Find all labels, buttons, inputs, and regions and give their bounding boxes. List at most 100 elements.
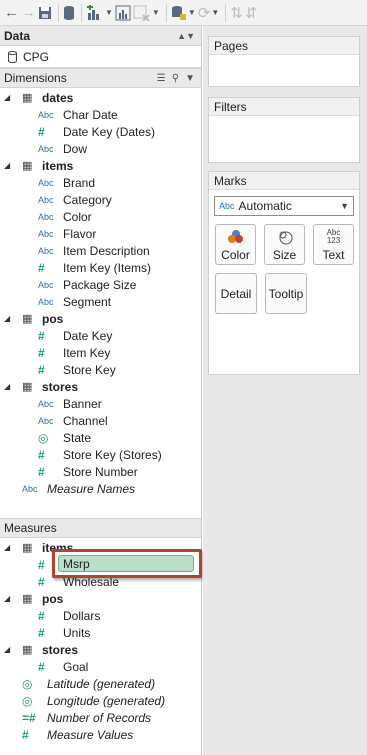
field-item[interactable]: Abc Category [0,191,201,208]
field-item[interactable]: Abc Package Size [0,276,201,293]
dimensions-title: Dimensions [4,71,67,85]
number-type-icon: # [38,608,45,623]
color-button[interactable]: Color [215,224,256,265]
filters-shelf-title: Filters [209,98,359,116]
datasource-cylinder-icon [8,50,17,63]
field-item[interactable]: # Date Key [0,327,201,344]
number-type-icon: # [38,345,45,360]
field-item[interactable]: # Date Key (Dates) [0,123,201,140]
table-icon: ▦ [22,644,33,656]
menu-dropdown-icon[interactable]: ▼ [185,73,195,84]
field-item[interactable]: # Units [0,624,201,641]
string-type-icon: Abc [38,279,54,290]
generated-field-item[interactable]: =# Number of Records [0,709,201,726]
field-label: Category [63,192,112,207]
collapse-triangle-icon[interactable]: ◢ [4,543,16,552]
view-toggle-icon[interactable]: ☰ [157,73,166,84]
back-arrow-icon[interactable]: ← [4,2,19,24]
string-type-icon: Abc [38,296,54,307]
collapse-triangle-icon[interactable]: ◢ [4,314,16,323]
color-dots-icon [227,228,244,246]
table-icon: ▦ [22,593,33,605]
measures-header: Measures [0,518,201,538]
field-item[interactable]: Abc Flavor [0,225,201,242]
collapse-triangle-icon[interactable]: ◢ [4,161,16,170]
field-item[interactable]: # Dollars [0,607,201,624]
pause-updates-icon[interactable]: ▼ [171,2,196,24]
field-item[interactable]: Abc Char Date [0,106,201,123]
field-item[interactable]: Abc Dow [0,140,201,157]
table-name: pos [42,311,64,326]
generated-field-item[interactable]: ◎ Longitude (generated) [0,692,201,709]
text-button[interactable]: Abc 123 Text [313,224,354,265]
field-item[interactable]: # Store Key (Stores) [0,446,201,463]
field-item[interactable]: Abc Brand [0,174,201,191]
field-label: Brand [63,175,96,190]
search-icon[interactable]: ⚲ [172,73,179,84]
field-item[interactable]: Abc Item Description [0,242,201,259]
table-name: pos [42,591,64,606]
field-item[interactable]: # Item Key (Items) [0,259,201,276]
collapse-triangle-icon[interactable]: ◢ [4,93,16,102]
text-abc123-icon: Abc 123 [327,228,341,246]
field-item[interactable]: ◎ State [0,429,201,446]
generated-field-item[interactable]: ◎ Latitude (generated) [0,675,201,692]
field-item[interactable]: Abc Banner [0,395,201,412]
field-item[interactable]: Abc Color [0,208,201,225]
swap-icon[interactable]: ⇅ [230,2,243,24]
field-item[interactable]: # Goal [0,658,201,675]
field-label: Flavor [63,226,97,241]
field-label: Latitude (generated) [47,676,156,691]
datasource-name: CPG [23,49,50,64]
table-icon: ▦ [22,542,33,554]
generated-field-item[interactable]: # Measure Values [0,726,201,743]
dimensions-header: Dimensions ☰ ⚲ ▼ [0,68,201,88]
table-icon: ▦ [22,92,33,104]
toolbar-separator [81,3,82,22]
field-item[interactable]: # Store Key [0,361,201,378]
new-worksheet-icon[interactable]: ▼ [86,2,113,24]
data-pane-title: Data [4,28,31,43]
marks-card-title: Marks [209,172,359,190]
tooltip-button[interactable]: Tooltip [265,273,307,314]
save-icon[interactable] [38,2,52,24]
number-type-icon: # [22,727,29,742]
collapse-triangle-icon[interactable]: ◢ [4,594,16,603]
forward-arrow-icon[interactable]: → [21,2,36,24]
refresh-icon[interactable]: ⟳ ▼ [198,2,220,24]
table-row-stores[interactable]: ◢ ▦ stores [0,641,201,658]
field-label: Banner [63,396,102,411]
datasource-row[interactable]: CPG [0,46,201,68]
generated-field-item[interactable]: Abc Measure Names [0,480,201,497]
table-row-dates[interactable]: ◢ ▦ dates [0,89,201,106]
number-type-icon: # [38,625,45,640]
data-pane-header: Data ▲▼ [0,26,201,46]
datasource-icon[interactable] [63,2,75,24]
table-name: stores [42,379,79,394]
field-item[interactable]: # Store Number [0,463,201,480]
table-row-items[interactable]: ◢ ▦ items [0,157,201,174]
field-item[interactable]: # Item Key [0,344,201,361]
filters-shelf[interactable]: Filters [208,97,360,163]
size-button[interactable]: Size [264,224,305,265]
size-button-label: Size [272,247,297,262]
field-label: Channel [63,413,108,428]
collapse-triangle-icon[interactable]: ◢ [4,382,16,391]
table-row-pos[interactable]: ◢ ▦ pos [0,310,201,327]
pane-toggle-icon[interactable]: ▲▼ [177,31,195,41]
detail-button[interactable]: Detail [215,273,257,314]
field-item[interactable]: Abc Channel [0,412,201,429]
field-label: Item Description [63,243,150,258]
table-row-stores[interactable]: ◢ ▦ stores [0,378,201,395]
field-item[interactable]: Abc Segment [0,293,201,310]
globe-icon: ◎ [38,430,49,445]
field-label: Package Size [63,277,137,292]
pages-shelf[interactable]: Pages [208,36,360,87]
mark-type-dropdown[interactable]: Abc Automatic ▼ [214,196,354,216]
clear-sheet-icon[interactable]: ▼ [133,2,160,24]
duplicate-sheet-icon[interactable] [115,2,131,24]
table-row-pos[interactable]: ◢ ▦ pos [0,590,201,607]
number-type-icon: # [38,362,45,377]
sort-icon[interactable]: ⇵ [245,2,258,24]
collapse-triangle-icon[interactable]: ◢ [4,645,16,654]
